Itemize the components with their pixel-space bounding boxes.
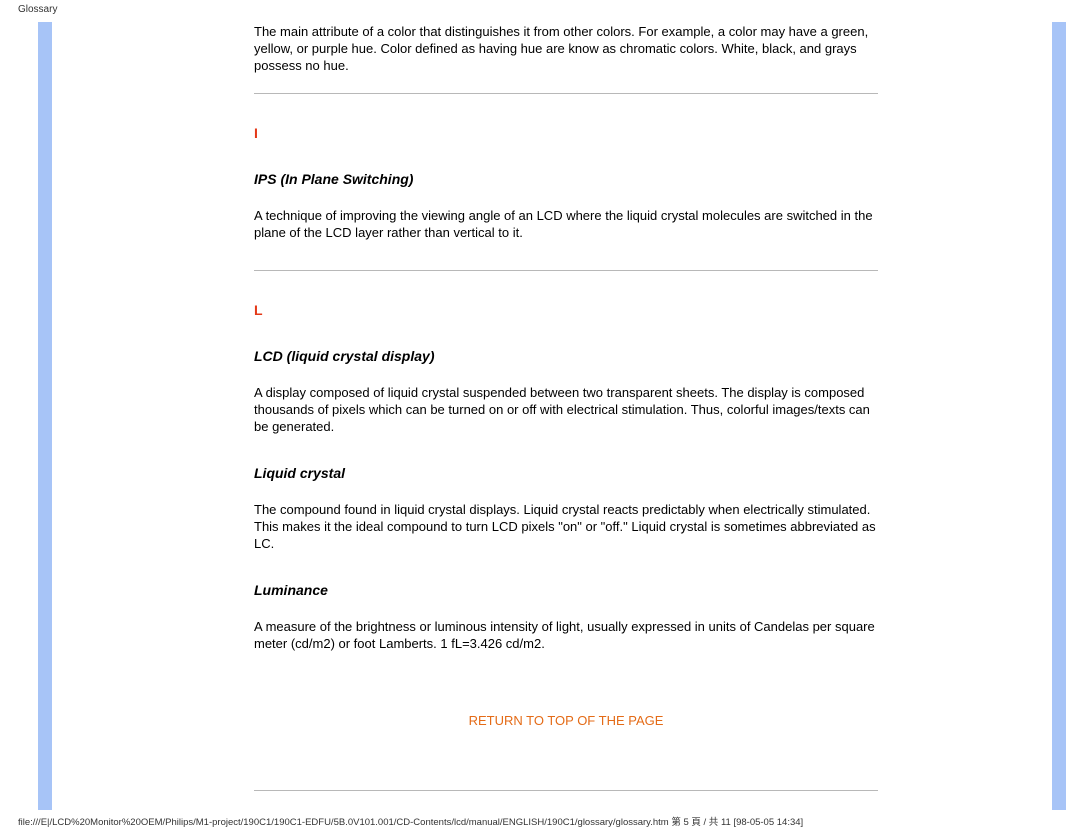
term-lcd: LCD (liquid crystal display) <box>254 347 878 365</box>
section-letter-i: I <box>254 124 878 142</box>
term-luminance: Luminance <box>254 581 878 599</box>
def-luminance: A measure of the brightness or luminous … <box>254 619 878 653</box>
return-to-top-link[interactable]: RETURN TO TOP OF THE PAGE <box>254 713 878 730</box>
divider <box>254 790 878 791</box>
term-liquid-crystal: Liquid crystal <box>254 464 878 482</box>
section-letter-l: L <box>254 301 878 319</box>
footer-path: file:///E|/LCD%20Monitor%20OEM/Philips/M… <box>18 814 1062 828</box>
hue-definition-continued: The main attribute of a color that disti… <box>254 24 878 75</box>
content-area: The main attribute of a color that disti… <box>254 22 1048 810</box>
def-liquid-crystal: The compound found in liquid crystal dis… <box>254 502 878 553</box>
def-lcd: A display composed of liquid crystal sus… <box>254 385 878 436</box>
left-margin <box>52 22 254 810</box>
def-ips: A technique of improving the viewing ang… <box>254 208 878 242</box>
term-ips: IPS (In Plane Switching) <box>254 170 878 188</box>
page-header-label: Glossary <box>18 4 57 15</box>
divider <box>254 270 878 271</box>
right-blue-bar <box>1052 22 1066 810</box>
left-blue-bar <box>38 22 52 810</box>
page-body: The main attribute of a color that disti… <box>38 22 1066 810</box>
divider <box>254 93 878 94</box>
